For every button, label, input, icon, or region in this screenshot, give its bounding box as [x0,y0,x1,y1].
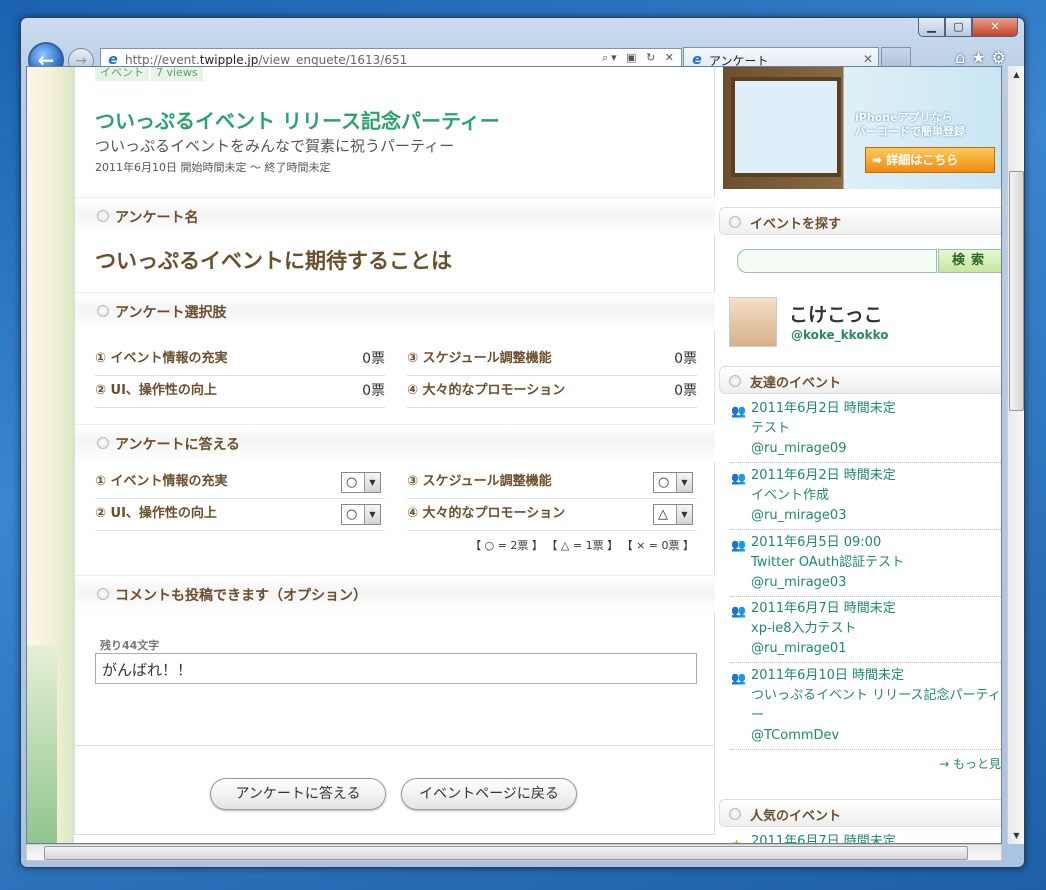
scroll-thumb[interactable] [44,846,968,860]
search-header: イベントを探す [719,207,1001,235]
back-to-event-button[interactable]: イベントページに戻る [401,778,577,810]
star-icon: ★ [731,837,742,844]
maximize-button[interactable]: ▢ [945,18,972,37]
section-choices-header: アンケート選択肢 [75,292,715,330]
bullet-icon [97,305,109,317]
choice-row: ④ 大々的なプロモーション 0票 [407,376,697,408]
bullet-icon [97,437,109,449]
friends-events-header: 友達のイベント [719,366,1001,394]
event-date: 2011年6月10日 開始時間未定 〜 終了時間未定 [95,161,331,174]
answer-select[interactable]: △ ▼ [653,504,693,525]
ad-banner[interactable]: iPhoneアプリなら バーコードで簡単登録 ➡ 詳細はこちら [723,67,1001,189]
avatar[interactable] [729,297,777,347]
tab-close-icon[interactable]: ✕ [863,52,873,66]
users-icon: 👥 [731,404,746,418]
bullet-icon [729,375,741,387]
sidebar: iPhoneアプリなら バーコードで簡単登録 ➡ 詳細はこちら イベントを探す … [719,67,1001,844]
favorites-star-icon[interactable]: ★ [971,48,991,67]
event-subtitle: ついっぷるイベントをみんなで賀素に祝うパーティー [95,137,455,155]
url-path: /view_enquete/1613/651 [258,52,408,67]
event-title[interactable]: ついっぷるイベント リリース記念パーティー [95,105,500,134]
chevron-down-icon: ▼ [676,505,692,524]
chevron-down-icon: ▼ [676,473,692,492]
ad-details-button[interactable]: ➡ 詳細はこちら [865,147,995,173]
section-comment-header: コメントも投稿できます（オプション） [75,575,715,613]
list-item[interactable]: 👥 2011年6月2日 時間未定 イベント作成 @ru_mirage03 [731,466,1001,530]
list-item[interactable]: 👥 2011年6月7日 時間未定 xp-ie8入力テスト @ru_mirage01 [731,599,1001,663]
section-name-header: アンケート名 [75,197,715,235]
ad-shelf-image [731,77,841,177]
bullet-icon [97,210,109,222]
minimize-button[interactable]: ▁ [918,18,945,37]
list-item[interactable]: 👥 2011年6月5日 09:00 Twitter OAuth認証テスト @ru_mi… [731,533,1001,597]
more-link[interactable]: → もっと見 [939,755,1001,772]
horizontal-scrollbar[interactable] [26,844,1002,861]
scoring-legend: 【 ○ = 2票 】 【 △ = 1票 】 【 × = 0票 】 [470,539,694,552]
left-decoration [27,67,74,843]
home-icon[interactable]: ⌂ [955,48,971,67]
list-item[interactable]: 👥 2011年6月2日 時間未定 テスト @ru_mirage09 [731,399,1001,463]
user-name: こけこっこ [789,304,883,326]
choice-row: ③ スケジュール調整機能 0票 [407,344,697,376]
scroll-thumb[interactable] [1009,171,1024,411]
choice-row: ② UI、操作性の向上 0票 [95,376,385,408]
chevron-down-icon: ▼ [364,473,380,492]
vote-count: 0票 [362,351,385,367]
main-content: イベント 7 views ついっぷるイベント リリース記念パーティー ついっぷる… [74,67,715,835]
users-icon: 👥 [731,471,746,485]
scroll-down-icon[interactable]: ▼ [1008,827,1025,844]
bullet-icon [97,588,109,600]
answer-row: ④ 大々的なプロモーション △ ▼ [407,499,697,531]
address-tools-icons[interactable]: ⌕▾ ▣ ↻ ✕ [602,51,677,65]
chevron-down-icon: ▼ [364,505,380,524]
question-title: ついっぷるイベントに期待することは [95,249,452,273]
answer-row: ① イベント情報の充実 ○ ▼ [95,467,385,499]
url-host: twipple.jp [199,52,259,67]
users-icon: 👥 [731,604,746,618]
users-icon: 👥 [731,671,746,685]
vertical-scrollbar[interactable]: ▲ ▼ [1007,66,1024,844]
bullet-icon [729,216,741,228]
close-button[interactable]: ✕ [972,18,1018,37]
event-badge[interactable]: イベント [95,67,149,81]
answer-row: ② UI、操作性の向上 ○ ▼ [95,499,385,531]
users-icon: 👥 [731,538,746,552]
window-controls: ▁ ▢ ✕ [918,18,1018,37]
answer-select[interactable]: ○ ▼ [341,504,381,525]
list-item[interactable]: ★ 2011年6月7日 時間未定 [731,832,1001,844]
gear-icon[interactable]: ⚙ [992,48,1012,67]
search-input[interactable] [737,249,937,273]
search-button[interactable]: 検索 [938,249,1001,273]
remaining-chars: 残り44文字 [100,639,160,652]
comment-input[interactable]: がんばれ！！ [95,653,697,684]
scroll-up-icon[interactable]: ▲ [1008,66,1025,83]
user-handle[interactable]: @koke_kkokko [791,328,888,342]
page-viewport: イベント 7 views ついっぷるイベント リリース記念パーティー ついっぷる… [26,66,1002,844]
url-prefix: http://event. [125,52,200,67]
toolbar-icons: ⌂★⚙ [955,48,1012,67]
list-item[interactable]: 👥 2011年6月10日 時間未定 ついっぷるイベント リリース記念パーティー @TC… [731,666,1001,750]
browser-window: ▁ ▢ ✕ ← → e http://event. twipple.jp/view… [20,17,1025,868]
answer-select[interactable]: ○ ▼ [341,472,381,493]
submit-answer-button[interactable]: アンケートに答える [210,778,386,810]
vote-count: 0票 [362,383,385,399]
bullet-icon [729,808,741,820]
popular-events-header: 人気のイベント [719,799,1001,827]
vote-count: 0票 [674,383,697,399]
choice-row: ① イベント情報の充実 0票 [95,344,385,376]
vote-count: 0票 [674,351,697,367]
divider [75,745,715,746]
answer-row: ③ スケジュール調整機能 ○ ▼ [407,467,697,499]
section-answer-header: アンケートに答える [75,424,715,462]
answer-select[interactable]: ○ ▼ [653,472,693,493]
views-badge: 7 views [151,67,203,81]
